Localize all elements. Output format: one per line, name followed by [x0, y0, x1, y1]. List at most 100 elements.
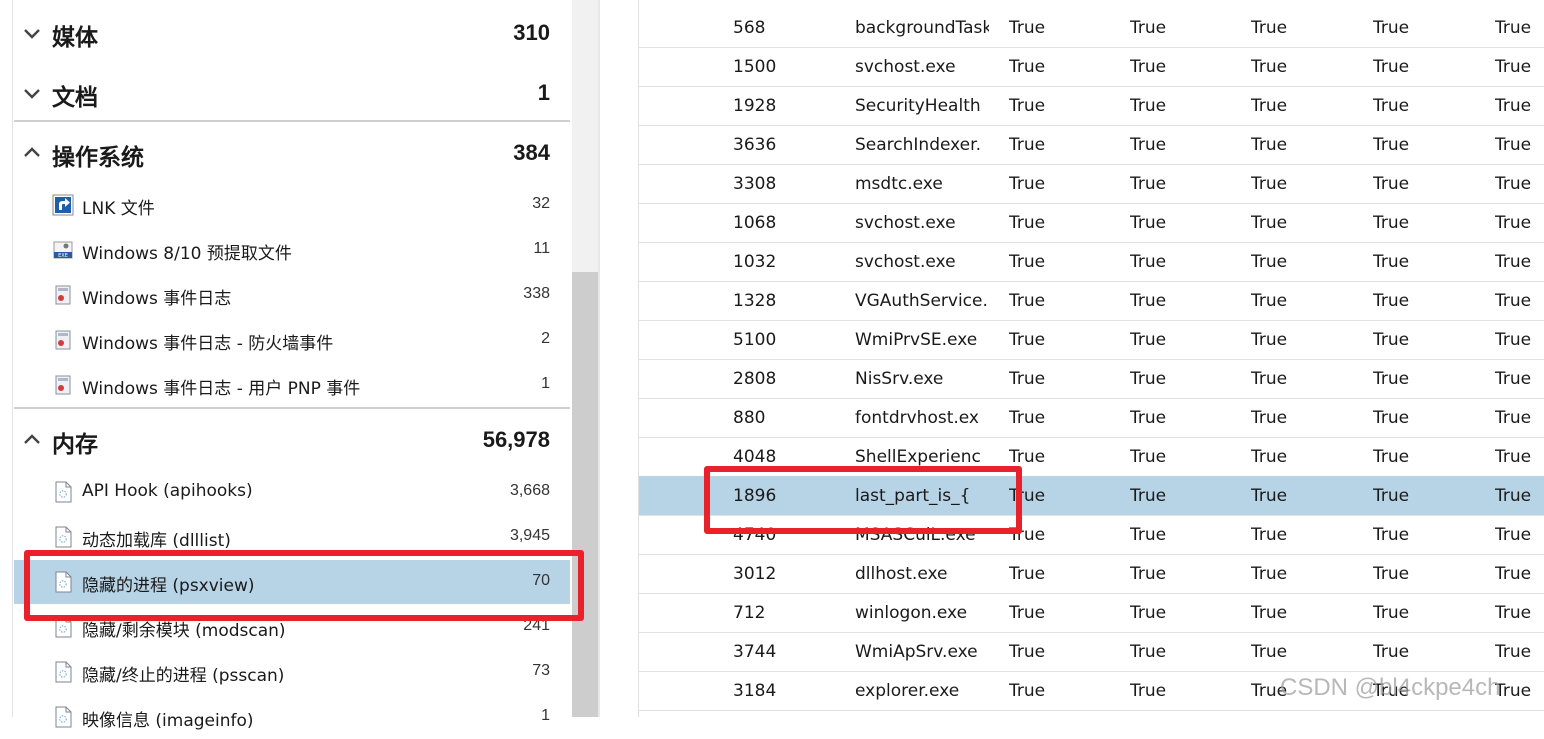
table-row[interactable]: 5100 WmiPrvSE.exe True True True True True	[639, 320, 1544, 360]
tree-item-label: 隐藏/终止的进程 (psscan)	[82, 666, 285, 686]
tree-item-label: Windows 8/10 预提取文件	[82, 244, 292, 264]
table-row[interactable]: 3012 dllhost.exe True True True True True	[639, 554, 1544, 594]
cell-check-3: True	[1251, 642, 1288, 662]
tree-group-title: 文档	[52, 85, 98, 111]
table-row[interactable]: 3636 SearchIndexer. True True True True True	[639, 125, 1544, 165]
cell-pid: 1928	[733, 96, 777, 116]
table-row[interactable]: 880 fontdrvhost.ex True True True True True	[639, 398, 1544, 438]
cell-check-4: True	[1373, 330, 1410, 350]
chevron-down-icon[interactable]	[22, 23, 42, 43]
tree-item-count: 338	[523, 285, 550, 302]
cell-check-2: True	[1130, 642, 1167, 662]
tree-item-event-log[interactable]: Windows 事件日志 338	[14, 273, 570, 317]
cell-process-name: NisSrv.exe	[855, 369, 944, 389]
tree-group-documents[interactable]: 文档 1	[14, 64, 570, 124]
tree-scrollbar-thumb[interactable]	[572, 272, 598, 717]
table-row[interactable]: 3308 msdtc.exe True True True True True	[639, 164, 1544, 204]
table-row[interactable]: 1068 svchost.exe True True True True True	[639, 203, 1544, 243]
table-row[interactable]: 1328 VGAuthService. True True True True True	[639, 281, 1544, 321]
cell-check-2: True	[1130, 564, 1167, 584]
tree-item-count: 73	[532, 662, 550, 679]
cell-check-3: True	[1251, 96, 1288, 116]
cell-check-3: True	[1251, 603, 1288, 623]
cell-check-2: True	[1130, 213, 1167, 233]
cell-check-5: True	[1495, 486, 1532, 506]
cell-check-2: True	[1130, 252, 1167, 272]
cell-check-2: True	[1130, 369, 1167, 389]
event-log-icon	[55, 375, 71, 395]
tree-group-media[interactable]: 媒体 310	[14, 4, 570, 64]
cell-check-1: True	[1009, 96, 1046, 116]
tree-item-pnp-events[interactable]: Windows 事件日志 - 用户 PNP 事件 1	[14, 363, 570, 407]
tree-item-firewall-events[interactable]: Windows 事件日志 - 防火墙事件 2	[14, 318, 570, 362]
cell-check-2: True	[1130, 447, 1167, 467]
cell-check-4: True	[1373, 57, 1410, 77]
cell-check-3: True	[1251, 330, 1288, 350]
cell-check-2: True	[1130, 96, 1167, 116]
cell-process-name: winlogon.exe	[855, 603, 968, 623]
tree-item-psscan[interactable]: 隐藏/终止的进程 (psscan) 73	[14, 650, 570, 694]
tree-item-label: API Hook (apihooks)	[82, 481, 253, 501]
exe-icon: EXE	[53, 241, 73, 259]
cell-check-4: True	[1373, 18, 1410, 38]
tree-group-os[interactable]: 操作系统 384	[14, 124, 570, 184]
cell-pid: 880	[733, 408, 766, 428]
tree-item-lnk[interactable]: LNK 文件 32	[14, 183, 570, 227]
cell-check-3: True	[1251, 525, 1288, 545]
tree-separator	[14, 120, 570, 122]
chevron-down-icon[interactable]	[22, 83, 42, 103]
tree-group-count: 310	[513, 20, 550, 45]
chevron-up-icon[interactable]	[22, 143, 42, 163]
table-row[interactable]: 1500 svchost.exe True True True True True	[639, 47, 1544, 87]
cell-check-5: True	[1495, 330, 1532, 350]
tree-item-count: 3,945	[509, 527, 550, 544]
cell-check-5: True	[1495, 213, 1532, 233]
cell-process-name: backgroundTask	[855, 18, 989, 38]
cell-pid: 1328	[733, 291, 777, 311]
cell-check-5: True	[1495, 57, 1532, 77]
table-row[interactable]: 712 winlogon.exe True True True True True	[639, 593, 1544, 633]
cell-check-4: True	[1373, 408, 1410, 428]
cell-check-1: True	[1009, 642, 1046, 662]
tree-item-count: 3,668	[509, 482, 550, 499]
tree-item-count: 1	[541, 707, 550, 724]
cell-check-3: True	[1251, 486, 1288, 506]
tree-separator	[14, 407, 570, 409]
document-icon	[55, 481, 72, 503]
table-row[interactable]: 1928 SecurityHealth True True True True True	[639, 86, 1544, 126]
tree-item-prefetch[interactable]: EXE Windows 8/10 预提取文件 11	[14, 228, 570, 272]
event-log-icon	[55, 285, 71, 305]
tree-item-count: 11	[533, 240, 550, 257]
table-row[interactable]: 3744 WmiApSrv.exe True True True True True	[639, 632, 1544, 672]
table-row[interactable]: 1032 svchost.exe True True True True True	[639, 242, 1544, 282]
process-table: 568 backgroundTask True True True True True 150…	[638, 0, 1544, 717]
cell-check-1: True	[1009, 408, 1046, 428]
cell-process-name: SecurityHealth	[855, 96, 981, 116]
cell-pid: 2808	[733, 369, 777, 389]
chevron-up-icon[interactable]	[22, 430, 42, 450]
tree-item-imageinfo[interactable]: 映像信息 (imageinfo) 1	[14, 695, 570, 739]
panel-divider	[598, 0, 600, 717]
cell-check-5: True	[1495, 408, 1532, 428]
cell-check-1: True	[1009, 681, 1046, 701]
cell-check-4: True	[1373, 174, 1410, 194]
cell-pid: 1068	[733, 213, 777, 233]
cell-pid: 5100	[733, 330, 777, 350]
cell-check-4: True	[1373, 252, 1410, 272]
cell-check-3: True	[1251, 291, 1288, 311]
cell-check-2: True	[1130, 486, 1167, 506]
cell-check-2: True	[1130, 291, 1167, 311]
tree-group-memory[interactable]: 内存 56,978	[14, 411, 570, 471]
cell-check-2: True	[1130, 681, 1167, 701]
cell-process-name: ShellExperienc	[855, 447, 981, 467]
tree-group-count: 384	[513, 140, 550, 165]
cell-check-4: True	[1373, 525, 1410, 545]
cell-check-4: True	[1373, 291, 1410, 311]
cell-process-name: svchost.exe	[855, 252, 956, 272]
table-row[interactable]: 2808 NisSrv.exe True True True True True	[639, 359, 1544, 399]
tree-item-apihooks[interactable]: API Hook (apihooks) 3,668	[14, 470, 570, 514]
cell-check-3: True	[1251, 408, 1288, 428]
cell-process-name: msdtc.exe	[855, 174, 943, 194]
table-row[interactable]: 568 backgroundTask True True True True True	[639, 8, 1544, 48]
cell-check-5: True	[1495, 369, 1532, 389]
